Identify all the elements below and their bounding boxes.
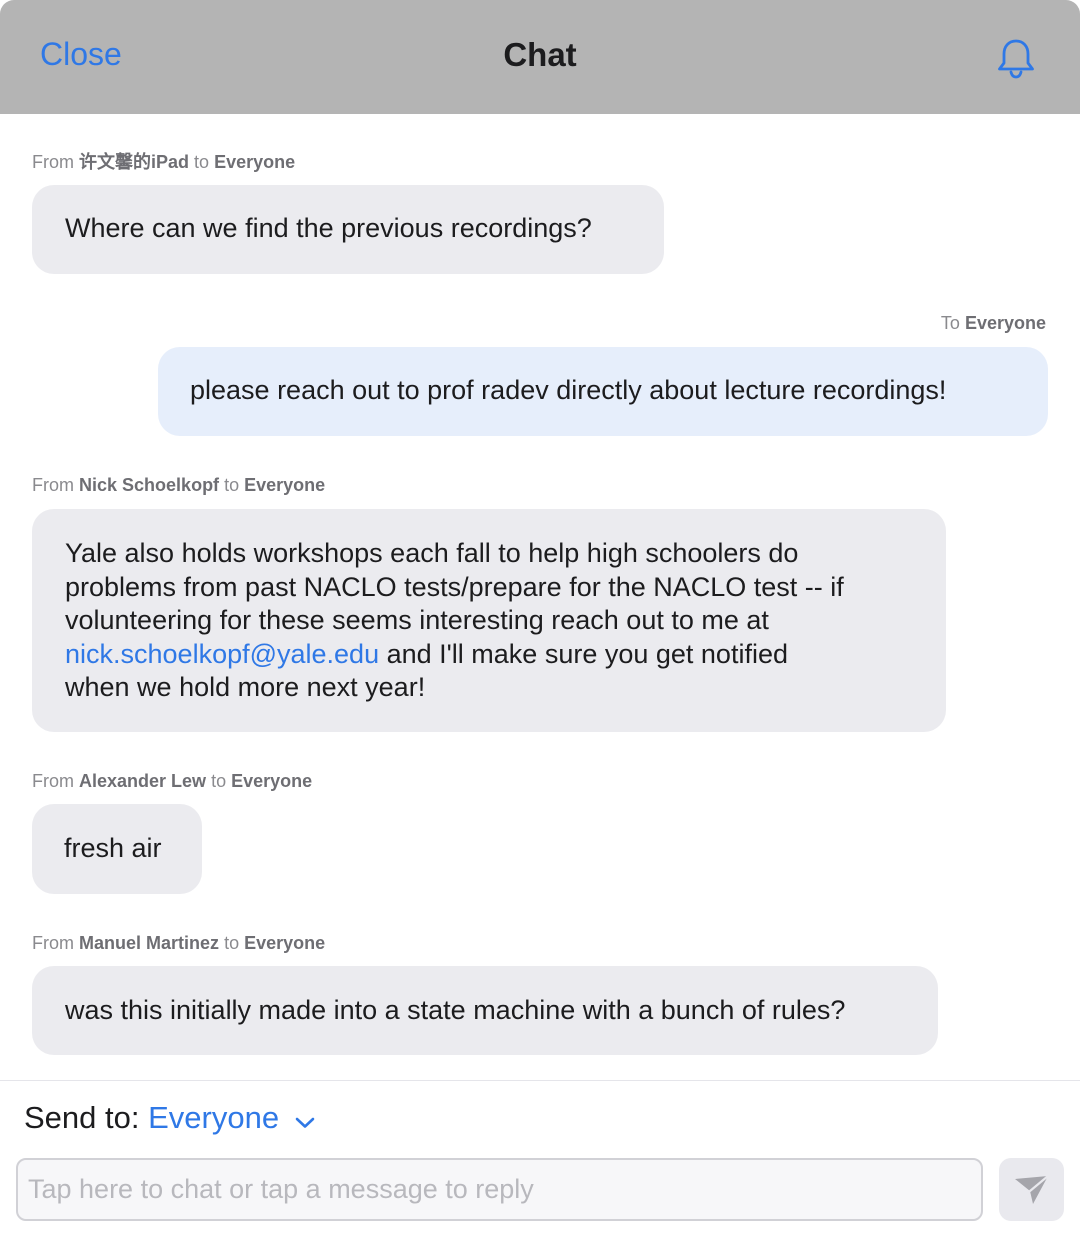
from-prefix: From	[32, 475, 74, 495]
from-prefix: From	[32, 771, 74, 791]
message-bubble[interactable]: was this initially made into a state mac…	[32, 966, 938, 1055]
message-bubble[interactable]: Where can we find the previous recording…	[32, 185, 664, 274]
message-text-line: problems from past NACLO tests/prepare f…	[65, 571, 844, 602]
message-text: Where can we find the previous recording…	[65, 213, 592, 243]
send-to-label: Send to:	[24, 1100, 140, 1135]
chevron-down-icon	[294, 1102, 316, 1138]
message-text: fresh air	[64, 833, 162, 863]
recipient-name: Everyone	[964, 313, 1046, 333]
message-meta: To Everyone	[941, 313, 1046, 334]
to-prefix: to	[224, 933, 240, 953]
recipient-name: Everyone	[214, 152, 296, 172]
send-button[interactable]	[999, 1158, 1064, 1221]
sender-name: Alexander Lew	[79, 771, 207, 791]
recipient-name: Everyone	[231, 771, 313, 791]
message-bubble[interactable]: Yale also holds workshops each fall to h…	[32, 509, 946, 732]
message-text: was this initially made into a state mac…	[65, 995, 846, 1025]
message-meta: From 许文馨的iPad to Everyone	[32, 148, 295, 174]
sender-name: Manuel Martinez	[79, 933, 220, 953]
message-text-line: volunteering for these seems interesting…	[65, 605, 769, 635]
paper-plane-icon	[1015, 1174, 1050, 1204]
page-title: Chat	[503, 36, 577, 73]
message-meta: From Nick Schoelkopf to Everyone	[32, 475, 325, 496]
to-prefix: to	[224, 475, 240, 495]
recipient-name: Everyone	[244, 475, 326, 495]
message-text-line: nick.schoelkopf@yale.edu and I'll make s…	[65, 638, 946, 672]
message-text: please reach out to prof radev directly …	[190, 375, 947, 405]
to-prefix: to	[211, 771, 227, 791]
chat-header: Close Chat	[0, 0, 1080, 114]
own-message-bubble[interactable]: please reach out to prof radev directly …	[158, 347, 1048, 436]
send-to-value: Everyone	[148, 1100, 280, 1135]
message-bubble[interactable]: fresh air	[32, 804, 202, 894]
message-text-line: when we hold more next year!	[65, 672, 426, 702]
bell-icon[interactable]	[994, 36, 1038, 80]
to-prefix: to	[194, 152, 210, 172]
from-prefix: From	[32, 933, 74, 953]
message-text-line: Yale also holds workshops each fall to h…	[65, 538, 799, 568]
send-to-selector[interactable]: Everyone	[148, 1100, 316, 1135]
sender-name: Nick Schoelkopf	[79, 475, 220, 495]
chat-message-list[interactable]: From 许文馨的iPad to Everyone Where can we f…	[0, 114, 1080, 1080]
message-meta: From Manuel Martinez to Everyone	[32, 933, 325, 954]
recipient-name: Everyone	[244, 933, 326, 953]
message-meta: From Alexander Lew to Everyone	[32, 771, 312, 792]
to-prefix: To	[940, 313, 960, 333]
message-text: and I'll make sure you get notified	[379, 638, 788, 669]
from-prefix: From	[32, 152, 74, 172]
chat-input[interactable]	[16, 1158, 983, 1221]
sender-name: 许文馨的iPad	[79, 152, 190, 172]
send-to-row: Send to: Everyone	[24, 1100, 316, 1138]
email-link[interactable]: nick.schoelkopf@yale.edu	[65, 639, 379, 669]
composer-divider	[0, 1080, 1080, 1081]
